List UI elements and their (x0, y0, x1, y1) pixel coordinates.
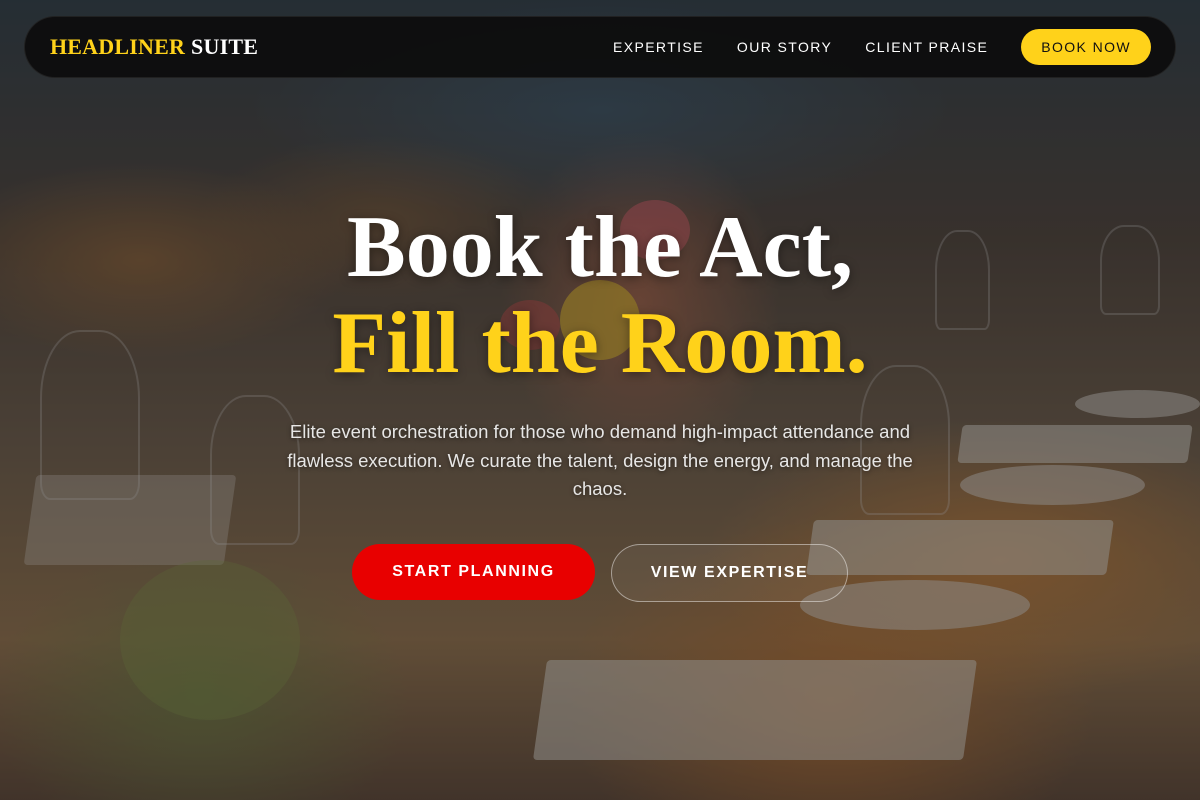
brand-name-primary: HEADLINER (50, 34, 186, 59)
headline-line-2: Fill the Room. (332, 295, 868, 392)
book-now-button[interactable]: BOOK NOW (1021, 29, 1151, 65)
brand-logo[interactable]: HEADLINER SUITE (50, 34, 258, 60)
headline-line-1: Book the Act, (347, 199, 853, 296)
brand-name-secondary: SUITE (191, 34, 259, 59)
hero-headline: Book the Act, Fill the Room. (0, 200, 1200, 392)
cta-row: START PLANNING VIEW EXPERTISE (0, 543, 1200, 602)
top-navbar: HEADLINER SUITE EXPERTISE OUR STORY CLIEN… (24, 16, 1176, 78)
hero-subtitle: Elite event orchestration for those who … (287, 421, 913, 499)
start-planning-button[interactable]: START PLANNING (352, 543, 595, 600)
nav-link-expertise[interactable]: EXPERTISE (613, 39, 704, 55)
view-expertise-button[interactable]: VIEW EXPERTISE (611, 543, 848, 602)
nav-link-our-story[interactable]: OUR STORY (737, 39, 832, 55)
nav-link-client-praise[interactable]: CLIENT PRAISE (865, 39, 988, 55)
hero-section: Book the Act, Fill the Room. Elite event… (0, 200, 1200, 602)
nav-links: EXPERTISE OUR STORY CLIENT PRAISE BOOK N… (613, 29, 1151, 65)
